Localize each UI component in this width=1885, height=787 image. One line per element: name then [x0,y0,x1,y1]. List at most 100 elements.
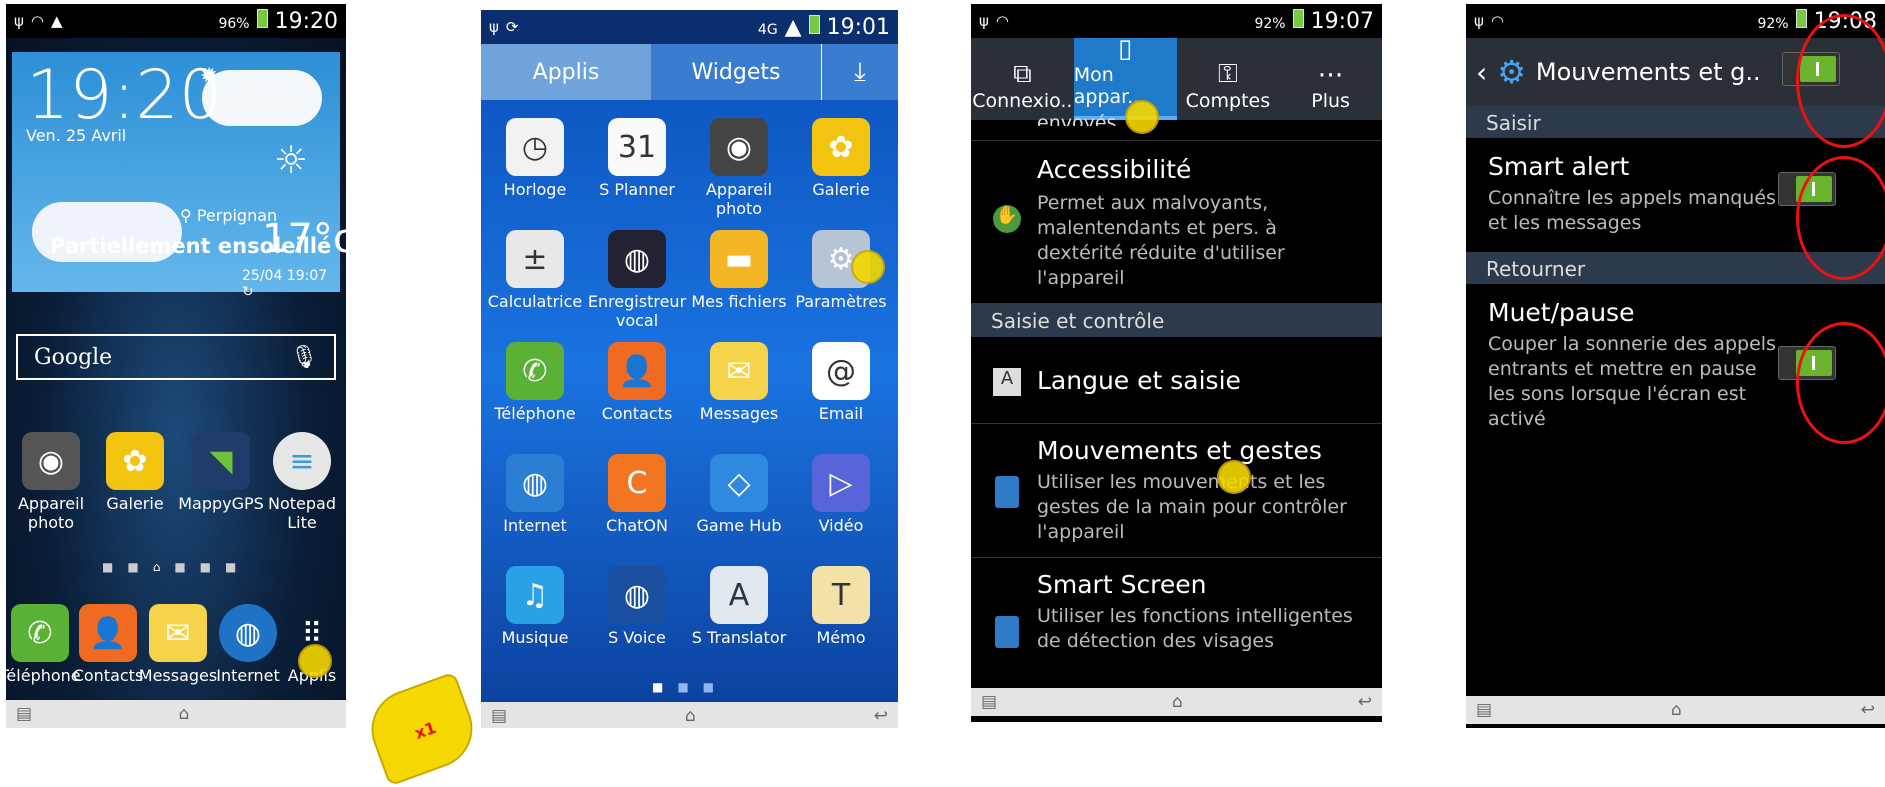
music-icon: ♫ [506,566,564,624]
battery-icon [808,14,820,34]
status-time: 19:07 [1310,8,1374,34]
tab-connexions[interactable]: ⧉ Connexio.. [971,38,1074,120]
memo-icon: T [812,566,870,624]
app-t-l-phone[interactable]: ✆ Téléphone [485,342,585,423]
tap-indicator [1125,100,1159,134]
folder-icon: ▬ [710,230,768,288]
page-indicator: ■■⌂■■■ [102,560,251,574]
app-email[interactable]: @ Email [791,342,891,423]
app-calculatrice[interactable]: ± Calculatrice [485,230,585,311]
weather-widget[interactable]: 19:20 ✹ Ven. 25 Avril ☼ ⚲ Perpignan Part… [12,52,346,300]
app-camera[interactable]: ◉ Appareil photo [14,432,88,532]
s-voice-icon: ◍ [608,566,666,624]
app-musique[interactable]: ♫ Musique [485,566,585,647]
back-chevron-icon[interactable]: ‹ [1476,56,1487,89]
app-notepad[interactable]: ≡ Notepad Lite [262,432,342,532]
status-bar: ψ ⟳ 4G ▲ 19:01 [481,10,898,44]
camera-icon: ◉ [22,432,80,490]
battery-level: 92% [1254,15,1286,32]
chaton-icon: C [608,454,666,512]
notepad-icon: ≡ [273,432,331,490]
download-icon[interactable]: ⤓ [821,44,898,100]
app-mappygps[interactable]: ◥ MappyGPS [178,432,264,513]
back-icon[interactable]: ↩ [1861,700,1875,720]
usb-icon: ψ [1474,12,1484,30]
menu-icon[interactable]: ▤ [1476,700,1492,720]
back-icon[interactable]: ↩ [874,706,888,726]
app-mes-fichiers[interactable]: ▬ Mes fichiers [689,230,789,311]
app-chaton[interactable]: C ChatON [587,454,687,535]
sun-icon: ✹ [200,64,219,89]
back-icon[interactable]: ↩ [1358,692,1372,712]
google-search-bar[interactable]: Google 🎙 [16,334,336,380]
home-icon[interactable]: ⌂ [179,704,190,724]
section-saisie-controle: Saisie et contrôle [971,303,1382,337]
google-logo: Google [34,344,113,370]
partly-cloudy-icon: ☼ [274,138,309,182]
app-horloge[interactable]: ◷ Horloge [485,118,585,199]
scrolled-text: envoyés [1037,112,1117,126]
gallery-icon: ✿ [812,118,870,176]
smart-screen-icon [995,616,1019,648]
dock-internet[interactable]: ◍ Internet [216,604,280,685]
setting-accessibilite[interactable]: ✋ Accessibilité Permet aux malvoyants, m… [971,140,1382,296]
tap-indicator [1217,460,1251,494]
app-enregistreur-vocal[interactable]: ◍ Enregistreur vocal [587,230,687,330]
usb-icon: ψ [979,12,989,30]
status-bar: ψ ◠ ▲ 96% 19:20 [6,4,346,38]
app-contacts[interactable]: 👤 Contacts [587,342,687,423]
app-appareil-photo[interactable]: ◉ Appareil photo [689,118,789,218]
wifi-icon: ◠ [30,12,44,30]
sync-icon: ⟳ [505,18,519,36]
home-icon[interactable]: ⌂ [1172,692,1183,712]
gamehub-icon: ◇ [710,454,768,512]
tab-mon-appareil[interactable]: ▯ Mon appar.. [1073,34,1177,120]
dock-phone[interactable]: ✆ Téléphone [6,604,81,685]
settings-tabs: ⧉ Connexio.. ▯ Mon appar.. ⚿ Comptes ⋯ Plus [971,34,1382,120]
highlight-circle [1796,156,1885,280]
home-icon[interactable]: ⌂ [685,706,696,726]
clock-icon: ◷ [506,118,564,176]
tab-widgets[interactable]: Widgets [651,44,821,100]
app-internet[interactable]: ◍ Internet [485,454,585,535]
temperature: 17°c [262,216,346,262]
app-s-planner[interactable]: 31 S Planner [587,118,687,199]
email-icon: @ [812,342,870,400]
app-m-mo[interactable]: T Mémo [791,566,891,647]
setting-smart-screen[interactable]: Smart Screen Utiliser les fonctions inte… [971,558,1382,692]
tab-comptes[interactable]: ⚿ Comptes [1177,38,1280,120]
motions-screen: ψ ◠ 92% 19:08 ‹ ⚙ Mouvements et g.. Saisi… [1466,4,1885,728]
app-s-translator[interactable]: AS Translator [689,566,789,647]
app-gallery[interactable]: ✿ Galerie [98,432,172,513]
page-title: Mouvements et g.. [1535,58,1761,86]
setting-mouvements-gestes[interactable]: Mouvements et gestes Utiliser les mouvem… [971,424,1382,558]
app-vid-o[interactable]: ▷ Vidéo [791,454,891,535]
refresh-icon[interactable]: ↻ [242,284,254,300]
home-icon[interactable]: ⌂ [1671,700,1682,720]
app-messages[interactable]: ✉ Messages [689,342,789,423]
globe-icon: ◍ [506,454,564,512]
device-icon: ▯ [1117,34,1133,64]
dock-messages[interactable]: ✉ Messages [139,604,217,685]
tab-applis[interactable]: Applis [481,44,651,100]
highlight-circle [1796,322,1885,444]
menu-icon[interactable]: ▤ [16,704,32,724]
microphone-icon[interactable]: 🎙 [290,345,318,370]
messages-icon: ✉ [149,604,207,662]
phone-icon: ✆ [11,604,69,662]
tab-plus[interactable]: ⋯ Plus [1279,38,1382,120]
home-screen: ψ ◠ ▲ 96% 19:20 19:20 ✹ Ven. 25 Avril ☼ ⚲ … [6,4,346,728]
menu-icon[interactable]: ▤ [981,692,997,712]
status-time: 19:01 [826,14,890,40]
app-s-voice[interactable]: ◍ S Voice [587,566,687,647]
voice-recorder-icon: ◍ [608,230,666,288]
translator-icon: A [710,566,768,624]
app-game-hub[interactable]: ◇ Game Hub [689,454,789,535]
dock-contacts[interactable]: 👤 Contacts [73,604,143,685]
menu-icon[interactable]: ▤ [491,706,507,726]
setting-langue-saisie[interactable]: A Langue et saisie [971,338,1382,424]
clock-time: 19:20 [26,56,222,135]
more-icon: ⋯ [1317,60,1344,90]
app-galerie[interactable]: ✿ Galerie [791,118,891,199]
tap-hand-graphic: x1 [360,671,484,787]
